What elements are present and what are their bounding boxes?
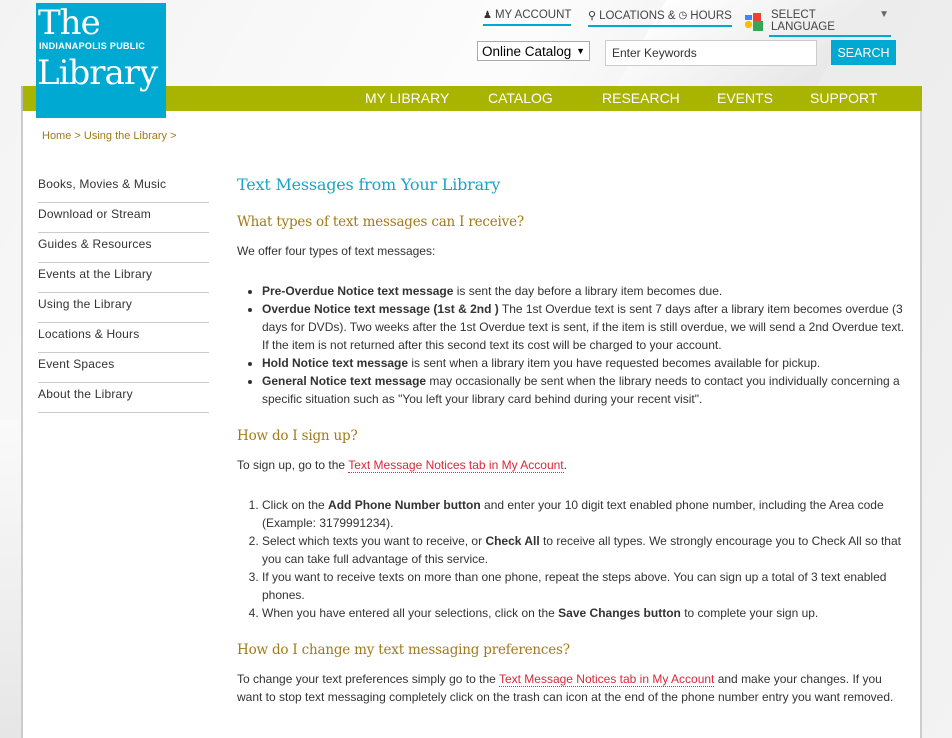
catalog-select[interactable]: Online Catalog ▼ bbox=[477, 41, 590, 61]
list-item: Hold Notice text message is sent when a … bbox=[262, 354, 909, 372]
item-title: General Notice text message bbox=[262, 374, 427, 388]
language-selector[interactable]: SELECT LANGUAGE ▼ bbox=[745, 7, 891, 37]
nav-events[interactable]: EVENTS bbox=[717, 90, 773, 106]
my-account-link[interactable]: ♟ MY ACCOUNT bbox=[483, 9, 572, 26]
article: Text Messages from Your Library What typ… bbox=[237, 171, 909, 706]
page-title: Text Messages from Your Library bbox=[237, 175, 501, 194]
map-pin-icon: ⚲ bbox=[588, 10, 597, 22]
sidebar-item-about[interactable]: About the Library bbox=[38, 384, 209, 413]
step-text: to complete your sign up. bbox=[680, 606, 819, 620]
list-item: When you have entered all your selection… bbox=[262, 604, 909, 622]
list-item: Select which texts you want to receive, … bbox=[262, 532, 909, 568]
step-text: Select which texts you want to receive, … bbox=[262, 534, 486, 548]
catalog-select-value: Online Catalog bbox=[482, 43, 572, 59]
item-title: Hold Notice text message bbox=[262, 356, 409, 370]
step-text: When you have entered all your selection… bbox=[262, 606, 559, 620]
section-heading-preferences: How do I change my text messaging prefer… bbox=[237, 642, 570, 658]
logo-line-library: Library bbox=[37, 53, 158, 93]
preferences-text-start: To change your text preferences simply g… bbox=[237, 672, 499, 686]
library-logo[interactable]: The INDIANAPOLIS PUBLIC Library bbox=[36, 3, 166, 118]
sidebar-item-guides-resources[interactable]: Guides & Resources bbox=[38, 234, 209, 263]
list-item: If you want to receive texts on more tha… bbox=[262, 568, 909, 604]
preferences-text: To change your text preferences simply g… bbox=[237, 670, 909, 706]
signup-intro: To sign up, go to the Text Message Notic… bbox=[237, 456, 909, 474]
nav-my-library[interactable]: MY LIBRARY bbox=[365, 90, 449, 106]
sidebar-nav: Books, Movies & Music Download or Stream… bbox=[38, 174, 209, 414]
breadcrumb-separator: > bbox=[167, 130, 177, 142]
select-language-dropdown[interactable]: SELECT LANGUAGE ▼ bbox=[769, 7, 891, 37]
breadcrumb: Home > Using the Library > bbox=[42, 130, 177, 142]
content-panel: Home > Using the Library > Books, Movies… bbox=[21, 111, 922, 738]
signup-steps-list: Click on the Add Phone Number button and… bbox=[237, 496, 909, 622]
nav-support[interactable]: SUPPORT bbox=[810, 90, 877, 106]
breadcrumb-home[interactable]: Home bbox=[42, 130, 71, 142]
step-bold: Add Phone Number button bbox=[328, 498, 481, 512]
search-placeholder: Enter Keywords bbox=[612, 46, 697, 60]
nav-research[interactable]: RESEARCH bbox=[602, 90, 680, 106]
signup-intro-end: . bbox=[563, 458, 567, 472]
item-text: is sent when a library item you have req… bbox=[408, 356, 821, 370]
breadcrumb-separator: > bbox=[71, 130, 84, 142]
sidebar-item-locations-hours[interactable]: Locations & Hours bbox=[38, 324, 209, 353]
google-translate-icon bbox=[745, 13, 763, 31]
sidebar-item-event-spaces[interactable]: Event Spaces bbox=[38, 354, 209, 383]
item-title: Pre-Overdue Notice text message bbox=[262, 284, 454, 298]
step-text: Click on the bbox=[262, 498, 329, 512]
message-types-list: Pre-Overdue Notice text message is sent … bbox=[237, 282, 909, 408]
list-item: Overdue Notice text message (1st & 2nd )… bbox=[262, 300, 909, 354]
item-title: Overdue Notice text message (1st & 2nd ) bbox=[262, 302, 499, 316]
select-language-label: SELECT LANGUAGE bbox=[771, 9, 835, 33]
nav-catalog[interactable]: CATALOG bbox=[488, 90, 553, 106]
sidebar-item-download-stream[interactable]: Download or Stream bbox=[38, 204, 209, 233]
types-intro: We offer four types of text messages: bbox=[237, 244, 436, 258]
text-message-notices-link[interactable]: Text Message Notices tab in My Account bbox=[498, 672, 715, 687]
chevron-down-icon: ▼ bbox=[879, 9, 889, 20]
clock-icon: ◷ bbox=[678, 10, 688, 21]
step-bold: Check All bbox=[485, 534, 540, 548]
locations-label: LOCATIONS & bbox=[599, 9, 676, 22]
locations-hours-link[interactable]: ⚲ LOCATIONS & ◷ HOURS bbox=[588, 9, 732, 27]
breadcrumb-using-the-library[interactable]: Using the Library bbox=[84, 130, 167, 142]
chevron-down-icon: ▼ bbox=[576, 46, 585, 56]
hours-label: HOURS bbox=[690, 9, 732, 22]
background-decoration bbox=[0, 420, 22, 738]
list-item: Click on the Add Phone Number button and… bbox=[262, 496, 909, 532]
keyword-search-input[interactable]: Enter Keywords bbox=[605, 40, 817, 66]
signup-intro-text: To sign up, go to the bbox=[237, 458, 349, 472]
section-heading-signup: How do I sign up? bbox=[237, 428, 358, 444]
step-bold: Save Changes button bbox=[558, 606, 681, 620]
list-item: General Notice text message may occasion… bbox=[262, 372, 909, 408]
text-message-notices-link[interactable]: Text Message Notices tab in My Account bbox=[348, 458, 564, 473]
user-icon: ♟ bbox=[483, 9, 492, 21]
logo-line-the: The bbox=[38, 3, 101, 43]
step-text: If you want to receive texts on more tha… bbox=[262, 570, 887, 602]
sidebar-item-events[interactable]: Events at the Library bbox=[38, 264, 209, 293]
list-item: Pre-Overdue Notice text message is sent … bbox=[262, 282, 909, 300]
item-text: is sent the day before a library item be… bbox=[453, 284, 723, 298]
sidebar-item-books-movies-music[interactable]: Books, Movies & Music bbox=[38, 174, 209, 203]
my-account-label: MY ACCOUNT bbox=[494, 9, 572, 21]
sidebar-item-using-library[interactable]: Using the Library bbox=[38, 294, 209, 323]
search-button[interactable]: SEARCH bbox=[831, 40, 896, 65]
section-heading-types: What types of text messages can I receiv… bbox=[237, 214, 524, 230]
logo-line-indianapolis: INDIANAPOLIS PUBLIC bbox=[39, 41, 146, 51]
